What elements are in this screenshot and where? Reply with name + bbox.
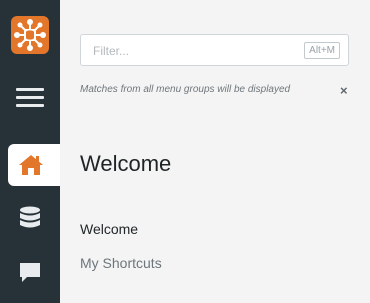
menu-item-welcome[interactable]: Welcome: [80, 221, 138, 237]
shortcut-badge: Alt+M: [304, 42, 340, 59]
sidebar-item-database[interactable]: [8, 198, 60, 240]
sidebar-item-chat[interactable]: [8, 252, 60, 294]
chat-icon: [20, 263, 40, 282]
filter-field: Alt+M: [80, 34, 349, 67]
filter-input[interactable]: [91, 35, 295, 67]
app-logo-icon[interactable]: [11, 16, 49, 54]
menu-panel: Alt+M Matches from all menu groups will …: [60, 0, 370, 303]
home-icon: [19, 155, 43, 175]
sidebar-item-home[interactable]: [8, 144, 60, 186]
section-title: Welcome: [80, 151, 172, 176]
close-icon[interactable]: ×: [340, 84, 348, 98]
hamburger-icon[interactable]: [16, 88, 44, 108]
filter-hint: Matches from all menu groups will be dis…: [80, 84, 291, 95]
database-icon: [20, 206, 40, 228]
menu-item-my-shortcuts[interactable]: My Shortcuts: [80, 255, 162, 271]
sidebar-rail: [0, 0, 60, 303]
